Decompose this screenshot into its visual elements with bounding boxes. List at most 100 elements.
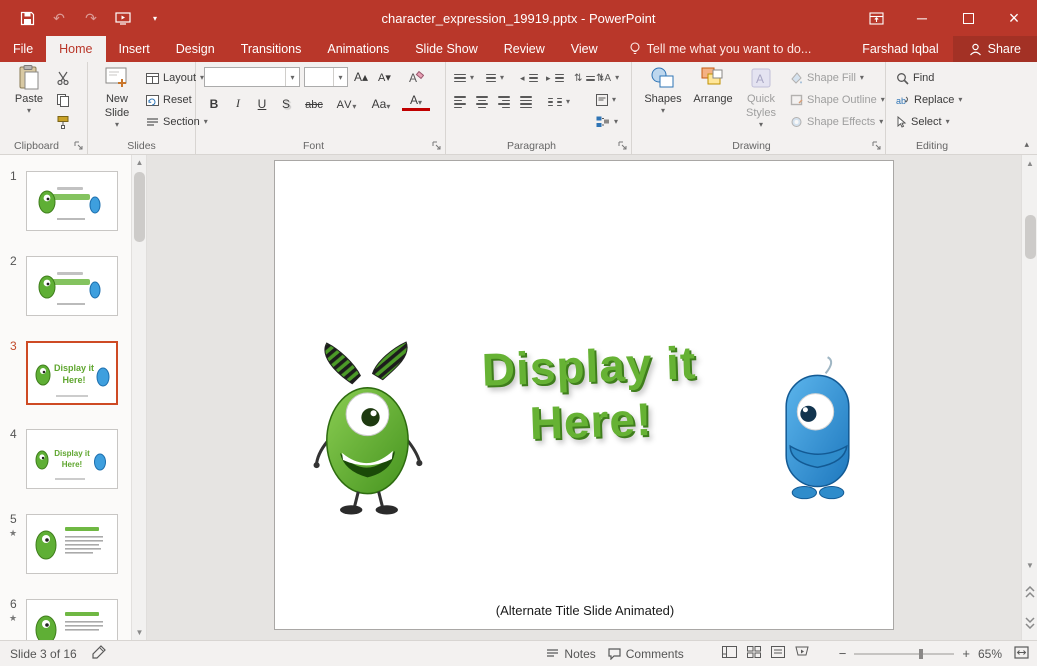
thumbnail-preview[interactable] [26,256,118,316]
tab-insert[interactable]: Insert [106,36,163,62]
shape-fill-button[interactable]: Shape Fill ▾ [790,68,864,88]
thumbnail-preview[interactable]: Display it Here! [26,429,118,489]
fit-slide-button[interactable] [1014,646,1029,662]
justify-button[interactable] [520,92,532,112]
slide-editor-canvas[interactable]: Display it Here! (Alternate Title Slide [147,155,1021,640]
reset-button[interactable]: Reset [146,90,192,110]
share-button[interactable]: Share [953,36,1037,62]
slide-canvas[interactable]: Display it Here! (Alternate Title Slide [274,160,894,630]
quick-styles-button[interactable]: A Quick Styles ▾ [738,65,784,137]
new-slide-button[interactable]: New Slide ▾ [94,65,140,137]
tab-file[interactable]: File [0,36,46,62]
increase-indent-button[interactable]: ▸ [546,68,564,88]
scroll-up-icon[interactable]: ▲ [1022,155,1037,171]
align-center-button[interactable] [476,92,488,112]
select-button[interactable]: Select ▾ [896,112,950,132]
font-color-button[interactable]: A▾ [402,95,430,111]
numbering-button[interactable]: ▾ [486,68,504,88]
tell-me-box[interactable]: Tell me what you want to do... [629,36,812,62]
tab-review[interactable]: Review [491,36,558,62]
green-monster-image[interactable] [311,339,429,522]
font-size-combo[interactable]: ▾ [304,67,348,87]
redo-button[interactable]: ↷ [78,5,104,31]
thumbnail-scrollbar[interactable]: ▲ ▼ [132,155,147,640]
main-scrollbar[interactable]: ▲ ▼ [1021,155,1037,640]
normal-view-button[interactable] [722,646,737,661]
customize-quick-access-button[interactable]: ▾ [142,5,168,31]
paragraph-dialog-launcher[interactable] [617,140,628,151]
slide-sorter-view-button[interactable] [747,646,761,661]
text-shadow-button[interactable]: S [278,94,294,112]
minimize-button[interactable]: ─ [899,0,945,36]
thumbnail-preview[interactable] [26,514,118,574]
next-slide-button[interactable] [1022,608,1037,638]
text-direction-button[interactable]: ⇅A▾ [596,68,619,88]
save-button[interactable] [14,5,40,31]
clear-formatting-button[interactable]: A [408,67,424,87]
close-button[interactable]: × [991,0,1037,36]
change-case-button[interactable]: Aa▾ [368,94,394,112]
find-button[interactable]: Find [896,68,934,88]
thumbnail-scroll-up-icon[interactable]: ▲ [132,155,147,170]
start-slideshow-button[interactable] [110,5,136,31]
notes-button[interactable]: Notes [546,647,595,661]
font-name-combo[interactable]: ▾ [204,67,300,87]
zoom-slider[interactable] [854,653,954,655]
bullets-button[interactable]: ▾ [454,68,474,88]
format-painter-button[interactable] [56,112,70,132]
slideshow-view-button[interactable] [795,646,809,661]
maximize-button[interactable] [945,0,991,36]
font-size-dropdown-icon[interactable]: ▾ [333,68,347,86]
zoom-percentage[interactable]: 65% [978,647,1002,661]
italic-button[interactable]: I [230,94,246,112]
blue-monster-image[interactable] [770,353,866,520]
clipboard-dialog-launcher[interactable] [73,140,84,151]
font-name-dropdown-icon[interactable]: ▾ [285,68,299,86]
slide-caption-text[interactable]: (Alternate Title Slide Animated) [275,603,895,618]
paste-button[interactable]: Paste ▾ [6,65,52,137]
account-name[interactable]: Farshad Iqbal [848,36,952,62]
align-text-button[interactable]: ▾ [596,90,616,110]
tab-slide-show[interactable]: Slide Show [402,36,491,62]
shape-effects-button[interactable]: Shape Effects ▾ [790,112,883,132]
tab-home[interactable]: Home [46,36,105,62]
cut-button[interactable] [56,68,70,88]
shape-outline-button[interactable]: Shape Outline ▾ [790,90,885,110]
tab-design[interactable]: Design [163,36,228,62]
thumbnail-preview[interactable] [26,171,118,231]
replace-button[interactable]: ab Replace ▾ [896,90,962,110]
tab-view[interactable]: View [558,36,611,62]
align-right-button[interactable] [498,92,510,112]
scroll-down-icon[interactable]: ▼ [1022,557,1037,573]
arrange-button[interactable]: Arrange [690,65,736,137]
zoom-out-button[interactable]: − [839,646,847,661]
thumbnail-scrollbar-thumb[interactable] [134,172,145,242]
increase-font-size-button[interactable]: A▴ [354,67,368,87]
shapes-button[interactable]: Shapes ▾ [640,65,686,137]
decrease-font-size-button[interactable]: A▾ [378,67,391,87]
comments-button[interactable]: Comments [608,647,684,661]
previous-slide-button[interactable] [1022,577,1037,607]
strikethrough-button[interactable]: abc [302,94,326,112]
thumbnail-preview[interactable] [26,599,118,640]
tab-transitions[interactable]: Transitions [228,36,315,62]
convert-smartart-button[interactable]: ▾ [596,112,618,132]
bold-button[interactable]: B [206,94,222,112]
reading-view-button[interactable] [771,646,785,661]
align-left-button[interactable] [454,92,466,112]
thumbnail-scroll-down-icon[interactable]: ▼ [132,625,147,640]
ink-button[interactable] [91,645,107,662]
main-scrollbar-thumb[interactable] [1025,215,1036,259]
collapse-ribbon-button[interactable]: ▴ [1024,139,1029,150]
copy-button[interactable] [56,90,70,110]
drawing-dialog-launcher[interactable] [871,140,882,151]
slide-title-text[interactable]: Display it Here! [433,334,747,455]
ribbon-display-options-button[interactable] [853,0,899,36]
font-dialog-launcher[interactable] [431,140,442,151]
underline-button[interactable]: U [254,94,270,112]
decrease-indent-button[interactable]: ◂ [520,68,538,88]
zoom-in-button[interactable]: + [962,646,970,661]
columns-button[interactable]: ▾ [548,92,570,112]
zoom-slider-thumb[interactable] [919,649,923,659]
character-spacing-button[interactable]: AV▾ [334,94,360,112]
